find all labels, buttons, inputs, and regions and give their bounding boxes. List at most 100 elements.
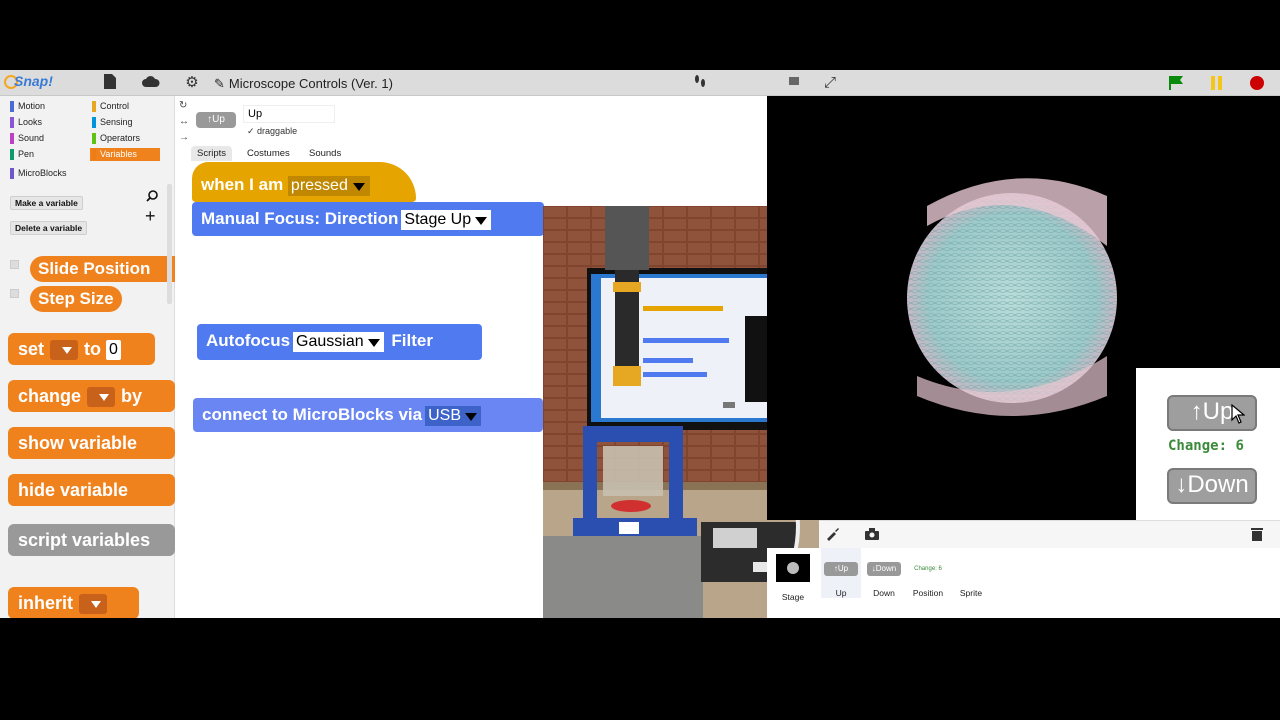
sprite-thumb-down: ↓Down [867,562,901,576]
filter-dropdown[interactable]: Gaussian [293,331,384,352]
sprite-thumb-up: ↑Up [824,562,858,576]
var-slide-position[interactable]: Slide Position [30,256,175,282]
connection-dropdown[interactable]: USB [425,405,482,426]
autofocus-text: Autofocus [206,331,291,350]
corral-sprite-position[interactable]: Change: 6 Position [908,548,948,598]
connect-text: connect to MicroBlocks via [202,405,423,424]
pencil-icon: ✎ [214,76,225,91]
script-variables-block[interactable]: script variables [8,524,175,556]
project-title: ✎ Microscope Controls (Ver. 1) [214,76,393,92]
check-icon: ✓ [247,126,258,136]
category-sound[interactable]: Sound [8,132,78,145]
change-label: Change: [1168,438,1228,454]
mouse-cursor-icon [1231,404,1245,424]
change-text: change [18,386,82,406]
category-control[interactable]: Control [90,100,160,113]
direction-dropdown[interactable]: Stage Up [401,209,492,230]
palette-scrollbar[interactable] [167,184,172,304]
gear-icon[interactable]: ⚙ [184,74,200,92]
stop-icon[interactable] [1250,76,1264,90]
file-icon[interactable] [102,74,118,92]
inherit-dropdown[interactable] [79,594,108,615]
hide-variable-block[interactable]: hide variable [8,474,175,506]
sprite-corral: Stage ↑Up Up ↓Down Down Change: 6 Positi… [767,548,1280,618]
connect-microblocks-block[interactable]: connect to MicroBlocks via USB [193,398,543,432]
set-block[interactable]: set to 0 [8,333,155,365]
footprints-icon[interactable] [692,74,708,92]
corral-toolbar [819,520,1280,548]
corral-sprite-up[interactable]: ↑Up Up [821,548,861,598]
change-value: 6 [1235,438,1244,454]
search-icon[interactable] [146,190,158,205]
when-i-am-hat-block[interactable]: when I am pressed [192,162,416,202]
tab-scripts[interactable]: Scripts [191,146,233,161]
sprite-thumbnail: ↑Up [196,112,236,128]
hat-text: when I am [201,175,284,194]
pause-icon[interactable] [1210,76,1224,90]
sprite-thumb-sprite [954,562,988,576]
sprite-name-field[interactable]: Up [243,105,335,123]
cloud-icon[interactable] [142,74,160,92]
show-variable-block[interactable]: show variable [8,427,175,459]
rotate-icon[interactable]: ↻ [179,100,187,111]
make-variable-button[interactable]: Make a variable [10,196,83,210]
manual-focus-text: Manual Focus: Direction [201,209,399,228]
no-rotate-icon[interactable]: → [179,132,189,143]
stage-thumb-image [776,554,810,582]
category-motion[interactable]: Motion [8,100,78,113]
draggable-checkbox[interactable]: ✓ draggable [247,126,297,137]
down-button[interactable]: ↓Down [1167,468,1257,504]
fullscreen-icon[interactable]: ⤢ [822,74,838,92]
change-watcher: Change: 6 [1168,438,1244,454]
sprite-label-sprite: Sprite [959,588,983,598]
set-value-input[interactable]: 0 [106,340,121,361]
draggable-label: draggable [257,126,298,136]
sprite-label-down: Down [873,588,895,598]
category-variables[interactable]: Variables [90,148,160,161]
by-text: by [121,386,143,406]
stage-thumbnail[interactable]: Stage [773,554,813,602]
set-text: set [18,339,45,359]
tab-costumes[interactable]: Costumes [241,146,296,161]
corral-sprite-sprite[interactable]: Sprite [951,548,991,598]
green-flag-icon[interactable] [1168,75,1184,91]
filter-text: Filter [391,331,433,350]
paintbrush-icon[interactable] [825,527,839,546]
manual-focus-block[interactable]: Manual Focus: Direction Stage Up [192,202,544,236]
trash-icon[interactable] [1251,527,1263,546]
sprite-label-up: Up [835,588,847,598]
category-microblocks[interactable]: MicroBlocks [8,167,108,180]
snap-logo[interactable]: Snap! [4,73,53,93]
plus-icon[interactable]: + [145,206,156,227]
category-pen[interactable]: Pen [8,148,78,161]
variable-dropdown[interactable] [50,340,79,361]
var-step-size[interactable]: Step Size [30,286,122,312]
stage-control-panel: ↑Up Change: 6 ↓Down [1136,368,1280,520]
camera-icon[interactable] [865,527,879,545]
top-bar: Snap! ⚙ ✎ Microscope Controls (Ver. 1) ⤢ [0,70,1280,96]
flip-icon[interactable]: ↔ [179,116,189,127]
checkbox-slide-position[interactable] [10,260,19,269]
sprite-thumb-position: Change: 6 [911,562,945,576]
to-text: to [84,339,102,359]
change-block[interactable]: change by [8,380,175,412]
inherit-text: inherit [18,593,74,613]
tab-sounds[interactable]: Sounds [303,146,347,161]
autofocus-block[interactable]: Autofocus Gaussian Filter [197,324,482,360]
inherit-block[interactable]: inherit [8,587,139,618]
snap-window: Snap! ⚙ ✎ Microscope Controls (Ver. 1) ⤢ … [0,70,1280,618]
category-looks[interactable]: Looks [8,116,78,129]
stage-label: Stage [781,592,805,602]
category-operators[interactable]: Operators [90,132,160,145]
checkbox-step-size[interactable] [10,289,19,298]
logo-text: Snap! [14,73,53,89]
variable-dropdown[interactable] [87,387,116,408]
hat-dropdown[interactable]: pressed [287,175,370,196]
project-title-text: Microscope Controls (Ver. 1) [228,76,393,91]
category-sensing[interactable]: Sensing [90,116,160,129]
delete-variable-button[interactable]: Delete a variable [10,221,88,235]
corral-sprite-down[interactable]: ↓Down Down [864,548,904,598]
stage-size-icon[interactable] [786,74,802,92]
stage[interactable]: ↑Up Change: 6 ↓Down [767,96,1280,520]
block-palette: Motion Looks Sound Pen Control Sensing O… [0,96,175,618]
